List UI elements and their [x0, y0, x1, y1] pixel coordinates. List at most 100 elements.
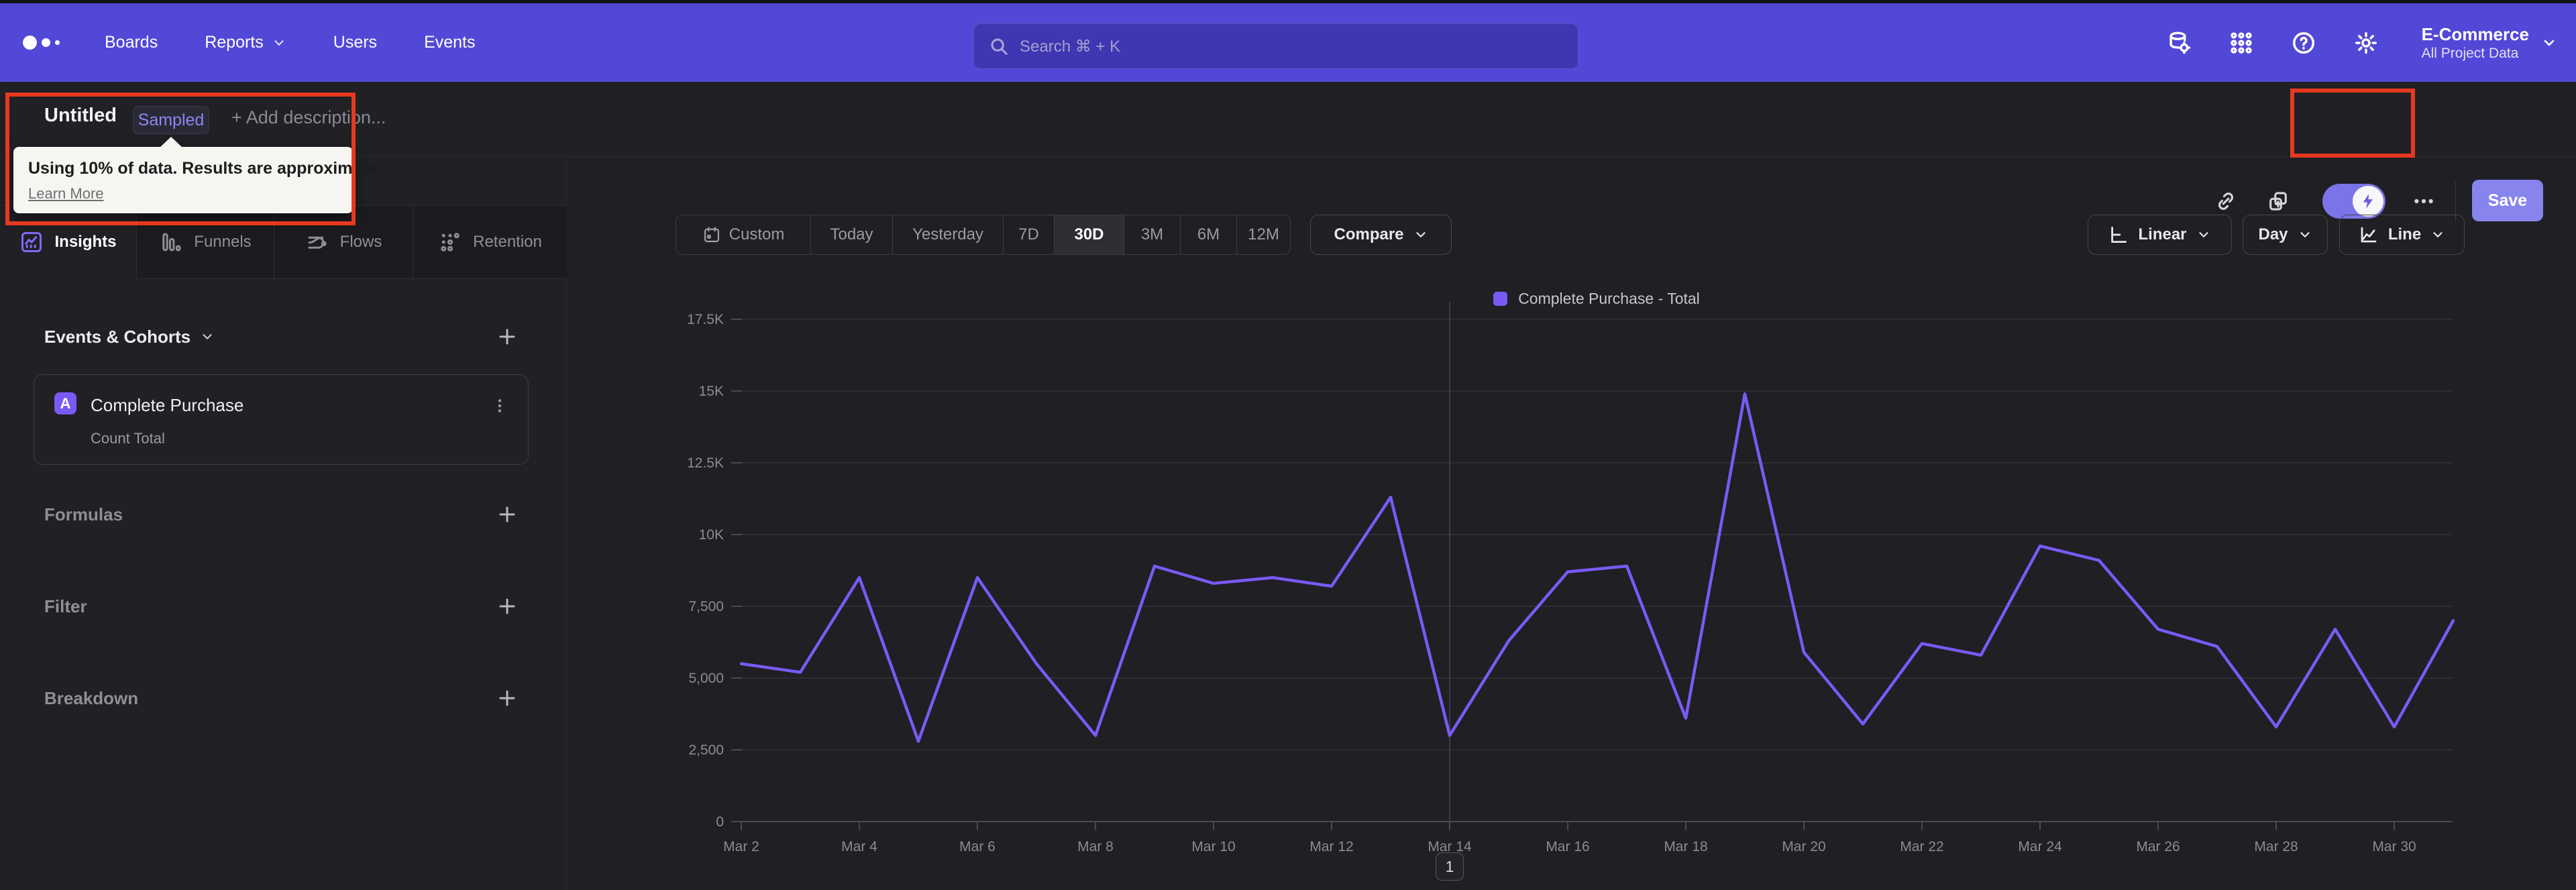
range-label: 6M	[1197, 225, 1220, 243]
apps-grid-button[interactable]	[2210, 3, 2273, 82]
funnels-bars-icon	[162, 233, 181, 252]
gear-icon	[2355, 32, 2377, 54]
range-yesterday[interactable]: Yesterday	[892, 215, 1003, 254]
add-event-button[interactable]	[492, 322, 522, 351]
plus-icon	[499, 506, 515, 522]
tab-label: Flows	[339, 233, 382, 251]
filter-label: Filter	[44, 596, 87, 616]
range-today[interactable]: Today	[810, 215, 892, 254]
range-7d[interactable]: 7D	[1003, 215, 1054, 254]
legend-label: Complete Purchase - Total	[1518, 290, 1700, 307]
kebab-menu-icon	[498, 399, 502, 412]
nav-label: Reports	[205, 33, 264, 52]
nav-item-users[interactable]: Users	[333, 33, 377, 52]
svg-text:Mar 2: Mar 2	[723, 839, 759, 854]
learn-more-link[interactable]: Learn More	[28, 185, 104, 203]
svg-text:10K: 10K	[699, 527, 724, 543]
help-button[interactable]	[2273, 3, 2335, 82]
add-breakdown-button[interactable]	[492, 683, 522, 713]
primary-nav: Boards Reports Users Events	[105, 3, 476, 82]
svg-text:Mar 30: Mar 30	[2372, 839, 2416, 854]
svg-text:Mar 16: Mar 16	[1546, 839, 1589, 854]
chart-type-dropdown[interactable]: Line	[2339, 215, 2465, 255]
svg-text:15K: 15K	[699, 384, 724, 399]
add-description-field[interactable]: + Add description...	[231, 107, 386, 128]
logo-dot	[23, 36, 37, 50]
report-header: Untitled Sampled + Add description... Sa…	[0, 82, 2576, 221]
plus-icon	[499, 329, 515, 345]
compare-button[interactable]: Compare	[1310, 215, 1452, 255]
mixpanel-insights-screen: Boards Reports Users Events Search ⌘ + K	[0, 0, 2576, 890]
project-info: E-Commerce All Project Data	[2422, 23, 2529, 62]
nav-item-reports[interactable]: Reports	[205, 33, 286, 52]
tab-flows[interactable]: Flows	[274, 206, 413, 279]
plus-icon	[499, 690, 515, 706]
search-placeholder: Search ⌘ + K	[1020, 37, 1121, 56]
annotation-marker-chip[interactable]: 1	[1436, 852, 1464, 881]
nav-item-boards[interactable]: Boards	[105, 33, 158, 52]
query-builder-sidebar: Insights Funnels Flows Retention Events …	[0, 158, 567, 890]
add-filter-button[interactable]	[492, 592, 522, 621]
settings-button[interactable]	[2335, 3, 2398, 82]
data-management-button[interactable]	[2148, 3, 2210, 82]
nav-item-events[interactable]: Events	[424, 33, 475, 52]
range-30d[interactable]: 30D	[1054, 215, 1124, 254]
project-switcher[interactable]: E-Commerce All Project Data	[2422, 23, 2557, 62]
project-name: E-Commerce	[2421, 24, 2529, 45]
range-label: 12M	[1248, 225, 1279, 243]
flows-icon	[308, 236, 327, 249]
range-label: 7D	[1018, 225, 1039, 243]
ellipsis-icon	[2414, 199, 2433, 204]
formulas-label: Formulas	[44, 504, 123, 524]
events-cohorts-header[interactable]: Events & Cohorts	[44, 327, 215, 347]
add-formula-button[interactable]	[492, 500, 522, 529]
chart-legend[interactable]: Complete Purchase - Total	[741, 290, 2452, 308]
help-icon	[2293, 32, 2315, 54]
svg-text:17.5K: 17.5K	[687, 312, 724, 327]
range-6m[interactable]: 6M	[1180, 215, 1236, 254]
range-custom[interactable]: Custom	[676, 215, 810, 254]
breakdown-label: Breakdown	[44, 687, 139, 708]
tab-insights[interactable]: Insights	[0, 206, 136, 279]
interval-dropdown[interactable]: Day	[2243, 215, 2328, 255]
event-metric[interactable]: Count Total	[91, 430, 165, 447]
tab-retention[interactable]: Retention	[413, 206, 567, 279]
scale-dropdown[interactable]: Linear	[2088, 215, 2232, 255]
report-title[interactable]: Untitled	[44, 105, 117, 127]
filter-row: Filter	[44, 586, 522, 626]
chevron-down-icon	[2300, 232, 2310, 237]
range-3m[interactable]: 3M	[1124, 215, 1180, 254]
logo-dot	[55, 40, 60, 45]
mixpanel-logo-icon[interactable]	[23, 3, 60, 82]
navbar-right: E-Commerce All Project Data	[2148, 3, 2576, 82]
svg-text:Mar 8: Mar 8	[1077, 839, 1114, 854]
nav-label: Boards	[105, 33, 158, 52]
legend-swatch	[1493, 292, 1508, 306]
sampled-badge[interactable]: Sampled	[133, 106, 209, 134]
plus-icon	[499, 598, 515, 614]
apps-grid-icon	[2231, 32, 2252, 54]
database-gear-icon	[2169, 32, 2191, 54]
range-12m[interactable]: 12M	[1236, 215, 1290, 254]
svg-text:12.5K: 12.5K	[687, 455, 724, 471]
events-cohorts-header-row: Events & Cohorts	[44, 317, 522, 357]
event-options-button[interactable]	[486, 391, 513, 421]
copy-plus-icon	[2269, 192, 2287, 211]
tab-label: Insights	[54, 233, 117, 251]
tab-funnels[interactable]: Funnels	[136, 206, 274, 279]
event-card[interactable]: A Complete Purchase Count Total	[34, 374, 529, 465]
report-type-tabs: Insights Funnels Flows Retention	[0, 205, 567, 279]
chevron-down-icon	[2198, 232, 2208, 237]
save-button[interactable]: Save	[2472, 180, 2543, 221]
svg-text:Mar 26: Mar 26	[2136, 839, 2180, 854]
project-scope: All Project Data	[2421, 45, 2519, 61]
event-name: Complete Purchase	[91, 395, 244, 415]
search-input[interactable]: Search ⌘ + K	[973, 23, 1578, 69]
chevron-down-icon	[1415, 232, 1426, 237]
compare-label: Compare	[1334, 225, 1404, 243]
quick-compute-toggle[interactable]	[2322, 184, 2385, 219]
toggle-knob	[2353, 186, 2383, 217]
scale-label: Linear	[2138, 225, 2187, 243]
tooltip-text: Using 10% of data. Results are approxima…	[28, 159, 382, 178]
breakdown-row: Breakdown	[44, 678, 522, 718]
